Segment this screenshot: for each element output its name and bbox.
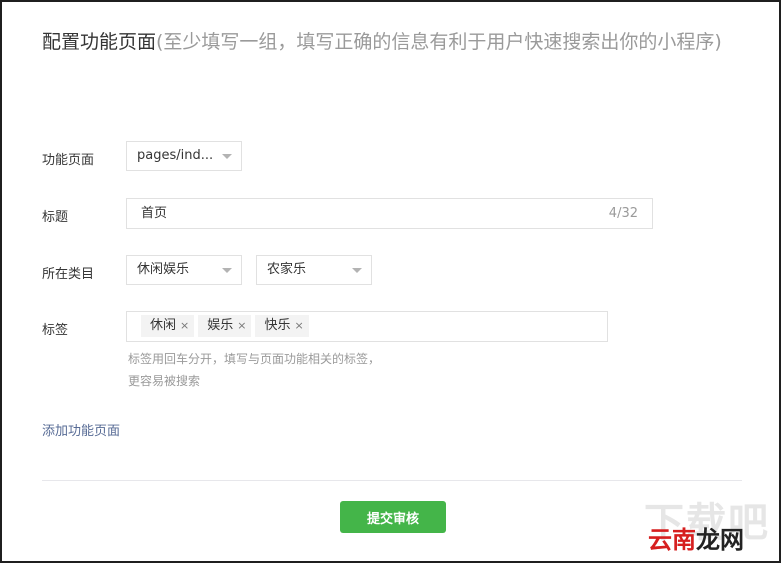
submit-review-button[interactable]: 提交审核	[340, 501, 446, 533]
tag-chip-label: 娱乐	[207, 318, 234, 333]
chevron-down-icon	[222, 154, 232, 159]
close-icon[interactable]: ×	[237, 319, 246, 332]
category-label: 所在类目	[42, 267, 95, 282]
add-function-page-link[interactable]: 添加功能页面	[42, 420, 120, 439]
page-title: 配置功能页面(至少填写一组，填写正确的信息有利于用户快速搜索出你的小程序)	[42, 26, 742, 58]
page-title-main: 配置功能页面	[42, 31, 157, 53]
watermark-site-name: 云南龙网	[648, 520, 744, 555]
tag-chip: 休闲 ×	[141, 315, 195, 337]
category-secondary-value: 农家乐	[267, 262, 307, 277]
watermark-site-dark: 龙网	[696, 526, 744, 554]
content-panel: 配置功能页面(至少填写一组，填写正确的信息有利于用户快速搜索出你的小程序) 功能…	[0, 0, 781, 563]
close-icon[interactable]: ×	[294, 319, 303, 332]
category-primary-value: 休闲娱乐	[137, 262, 190, 277]
watermark-logo: 下载吧 云南龙网	[642, 490, 778, 560]
watermark-site-red: 云南	[648, 526, 696, 554]
function-page-value: pages/ind...	[137, 148, 214, 163]
close-icon[interactable]: ×	[180, 319, 189, 332]
tag-chip: 快乐 ×	[255, 315, 309, 337]
tags-hint-line: 更容易被搜索	[128, 374, 201, 388]
title-char-counter: 4/32	[608, 206, 638, 221]
tag-chip: 娱乐 ×	[198, 315, 252, 337]
tags-hint-line: 标签用回车分开，填写与页面功能相关的标签，	[128, 352, 381, 366]
title-input[interactable]: 首页 4/32	[126, 198, 653, 229]
chevron-down-icon	[352, 268, 362, 273]
tag-chip-label: 休闲	[150, 318, 177, 333]
category-primary-select[interactable]: 休闲娱乐	[126, 255, 242, 285]
chevron-down-icon	[222, 268, 232, 273]
tags-input[interactable]: 休闲 × 娱乐 × 快乐 ×	[126, 311, 608, 342]
title-label: 标题	[42, 210, 69, 225]
page-title-subtitle: (至少填写一组，填写正确的信息有利于用户快速搜索出你的小程序)	[156, 31, 722, 53]
tags-hint: 标签用回车分开，填写与页面功能相关的标签， 更容易被搜索	[128, 348, 380, 392]
category-secondary-select[interactable]: 农家乐	[256, 255, 372, 285]
function-page-label: 功能页面	[42, 153, 95, 168]
function-page-select[interactable]: pages/ind...	[126, 141, 242, 171]
tag-chip-label: 快乐	[264, 318, 291, 333]
tags-label: 标签	[42, 323, 69, 338]
divider	[42, 480, 742, 481]
title-input-value: 首页	[141, 206, 168, 221]
